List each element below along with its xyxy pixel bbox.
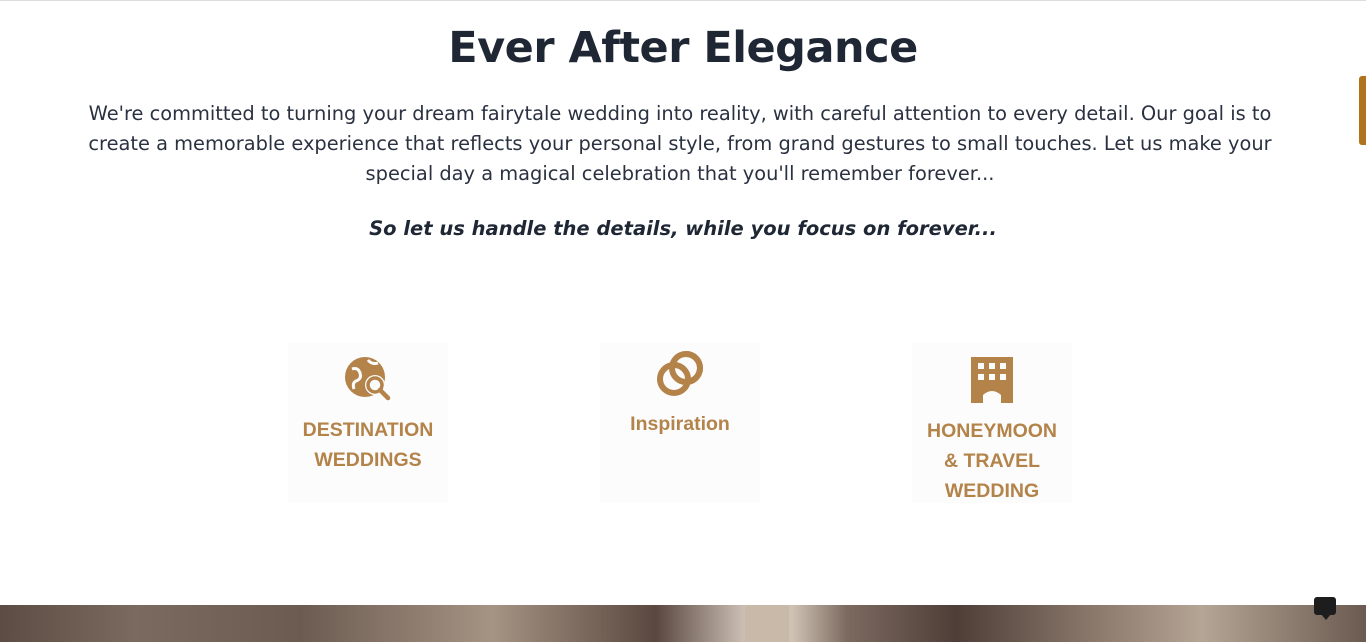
destination-weddings-card[interactable]: DESTINATION WEDDINGS: [288, 343, 448, 503]
rings-icon: [657, 351, 703, 396]
intro-paragraph: We're committed to turning your dream fa…: [88, 102, 1272, 185]
photo-seam: [745, 605, 789, 642]
banner-photo: [0, 605, 1366, 642]
hotel-building-icon: [971, 357, 1013, 403]
inspiration-label: Inspiration: [630, 413, 730, 435]
tagline: So let us handle the details, while you …: [369, 217, 997, 240]
inspiration-card[interactable]: Inspiration: [600, 343, 760, 503]
top-divider: [0, 0, 1366, 1]
destination-weddings-label: DESTINATION WEDDINGS: [302, 419, 434, 471]
page-title: Ever After Elegance: [448, 23, 918, 73]
honeymoon-travel-label: HONEYMOON & TRAVEL WEDDING: [926, 420, 1057, 502]
globe-search-icon: [345, 357, 391, 401]
chat-bubble-icon[interactable]: [1314, 597, 1336, 620]
scroll-indicator[interactable]: [1359, 76, 1366, 145]
honeymoon-travel-card[interactable]: HONEYMOON & TRAVEL WEDDING: [912, 343, 1072, 503]
